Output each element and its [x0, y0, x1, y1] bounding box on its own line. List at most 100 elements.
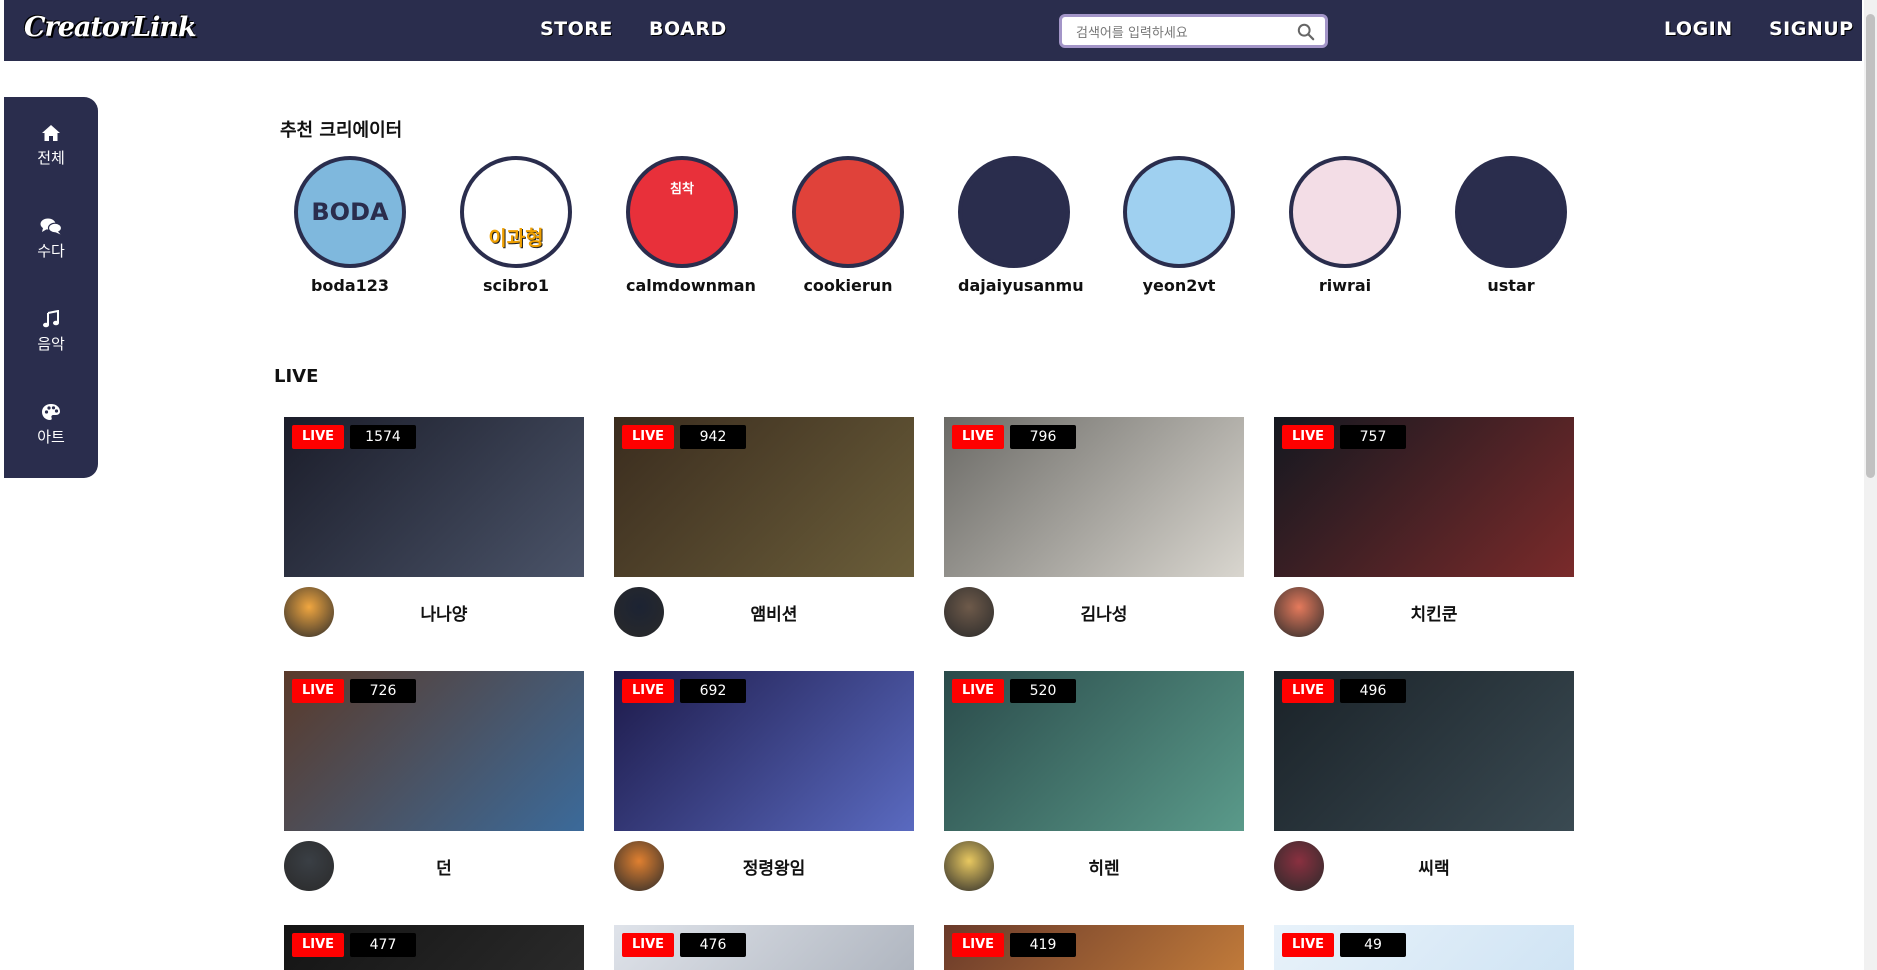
stream-thumbnail[interactable]: LIVE 726 — [284, 671, 584, 831]
creator-avatar[interactable] — [1455, 156, 1567, 268]
creator-avatar[interactable]: 침착 — [626, 156, 738, 268]
streamer-avatar[interactable] — [944, 841, 994, 891]
live-stream-card[interactable]: LIVE 757 치킨쿤 — [1274, 417, 1574, 637]
stream-thumbnail[interactable]: LIVE 476 — [614, 925, 914, 970]
creator-avatar[interactable] — [792, 156, 904, 268]
sidebar-item-art[interactable]: 아트 — [4, 403, 98, 463]
creator-item[interactable]: 침착 calmdownman — [626, 156, 756, 295]
stream-thumbnail[interactable]: LIVE 942 — [614, 417, 914, 577]
live-badge: LIVE — [1282, 425, 1334, 449]
viewer-count: 1574 — [350, 425, 416, 449]
creator-name[interactable]: ustar — [1455, 276, 1567, 295]
streamer-avatar[interactable] — [1274, 587, 1324, 637]
creator-item[interactable]: cookierun — [792, 156, 904, 295]
stream-thumbnail[interactable]: LIVE 496 — [1274, 671, 1574, 831]
viewer-count: 692 — [680, 679, 746, 703]
viewer-count: 477 — [350, 933, 416, 957]
search-icon[interactable] — [1297, 23, 1315, 41]
creator-name[interactable]: riwrai — [1289, 276, 1401, 295]
creator-avatar[interactable] — [958, 156, 1070, 268]
streamer-name[interactable]: 앰비션 — [674, 600, 874, 625]
music-icon — [43, 310, 59, 328]
streamer-name[interactable]: 치킨쿤 — [1334, 600, 1534, 625]
palette-icon — [42, 404, 60, 420]
viewer-count: 726 — [350, 679, 416, 703]
streamer-name[interactable]: 정령왕임 — [674, 854, 874, 879]
creator-avatar[interactable] — [1289, 156, 1401, 268]
creator-avatar[interactable]: 이과형 — [460, 156, 572, 268]
streamer-avatar[interactable] — [284, 587, 334, 637]
live-stream-card[interactable]: LIVE 477 — [284, 925, 584, 970]
live-stream-card[interactable]: LIVE 726 던 — [284, 671, 584, 891]
live-badge: LIVE — [952, 679, 1004, 703]
streamer-name[interactable]: 김나성 — [1004, 600, 1204, 625]
creator-item[interactable]: yeon2vt — [1123, 156, 1235, 295]
live-badge: LIVE — [952, 425, 1004, 449]
page-scrollbar-thumb[interactable] — [1866, 14, 1875, 478]
creator-name[interactable]: dajaiyusanmu — [958, 276, 1084, 295]
streamer-avatar[interactable] — [614, 587, 664, 637]
stream-thumbnail[interactable]: LIVE 49 — [1274, 925, 1574, 970]
stream-thumbnail[interactable]: LIVE 419 — [944, 925, 1244, 970]
stream-thumbnail[interactable]: LIVE 520 — [944, 671, 1244, 831]
live-badge: LIVE — [622, 425, 674, 449]
streamer-avatar[interactable] — [284, 841, 334, 891]
login-link[interactable]: LOGIN — [1664, 18, 1733, 40]
creator-item[interactable]: ustar — [1455, 156, 1567, 295]
creator-name[interactable]: cookierun — [792, 276, 904, 295]
streamer-name[interactable]: 씨랙 — [1334, 854, 1534, 879]
signup-link[interactable]: SIGNUP — [1769, 18, 1854, 40]
streamer-name[interactable]: 히렌 — [1004, 854, 1204, 879]
sidebar-item-chat[interactable]: 수다 — [4, 217, 98, 277]
live-stream-card[interactable]: LIVE 942 앰비션 — [614, 417, 914, 637]
creator-name[interactable]: scibro1 — [460, 276, 572, 295]
nav-board-link[interactable]: BOARD — [649, 18, 727, 40]
sidebar-item-music[interactable]: 음악 — [4, 310, 98, 370]
creator-item[interactable]: riwrai — [1289, 156, 1401, 295]
viewer-count: 419 — [1010, 933, 1076, 957]
creator-avatar[interactable]: BODA — [294, 156, 406, 268]
category-sidebar: 전체 수다 음악 아트 — [4, 97, 98, 478]
stream-thumbnail[interactable]: LIVE 796 — [944, 417, 1244, 577]
streamer-avatar[interactable] — [614, 841, 664, 891]
stream-thumbnail[interactable]: LIVE 757 — [1274, 417, 1574, 577]
top-navigation-bar: CreatorLink STORE BOARD LOGIN SIGNUP — [4, 0, 1862, 61]
creator-name[interactable]: yeon2vt — [1123, 276, 1235, 295]
creator-avatar[interactable] — [1123, 156, 1235, 268]
live-stream-card[interactable]: LIVE 49 — [1274, 925, 1574, 970]
sidebar-item-label: 아트 — [37, 428, 65, 446]
streamer-name[interactable]: 던 — [344, 854, 544, 879]
viewer-count: 942 — [680, 425, 746, 449]
live-stream-card[interactable]: LIVE 796 김나성 — [944, 417, 1244, 637]
sidebar-item-all[interactable]: 전체 — [4, 124, 98, 184]
streamer-avatar[interactable] — [1274, 841, 1324, 891]
viewer-count: 796 — [1010, 425, 1076, 449]
live-badge: LIVE — [1282, 933, 1334, 957]
stream-thumbnail[interactable]: LIVE 692 — [614, 671, 914, 831]
live-badge: LIVE — [622, 933, 674, 957]
live-stream-card[interactable]: LIVE 476 — [614, 925, 914, 970]
live-stream-card[interactable]: LIVE 496 씨랙 — [1274, 671, 1574, 891]
stream-thumbnail[interactable]: LIVE 477 — [284, 925, 584, 970]
creator-name[interactable]: calmdownman — [626, 276, 756, 295]
nav-store-link[interactable]: STORE — [540, 18, 613, 40]
streamer-avatar[interactable] — [944, 587, 994, 637]
live-stream-card[interactable]: LIVE 419 — [944, 925, 1244, 970]
creator-item[interactable]: BODA boda123 — [294, 156, 406, 295]
streamer-name[interactable]: 나나양 — [344, 600, 544, 625]
live-stream-card[interactable]: LIVE 1574 나나양 — [284, 417, 584, 637]
live-stream-card[interactable]: LIVE 692 정령왕임 — [614, 671, 914, 891]
viewer-count: 520 — [1010, 679, 1076, 703]
site-logo[interactable]: CreatorLink — [24, 12, 197, 43]
search-box — [1059, 14, 1328, 48]
creator-item[interactable]: dajaiyusanmu — [958, 156, 1084, 295]
creator-name[interactable]: boda123 — [294, 276, 406, 295]
search-input[interactable] — [1076, 23, 1286, 43]
stream-thumbnail[interactable]: LIVE 1574 — [284, 417, 584, 577]
live-stream-card[interactable]: LIVE 520 히렌 — [944, 671, 1244, 891]
creator-item[interactable]: 이과형 scibro1 — [460, 156, 572, 295]
viewer-count: 49 — [1340, 933, 1406, 957]
viewer-count: 757 — [1340, 425, 1406, 449]
sidebar-item-label: 전체 — [37, 149, 65, 167]
sidebar-item-label: 수다 — [37, 242, 65, 260]
